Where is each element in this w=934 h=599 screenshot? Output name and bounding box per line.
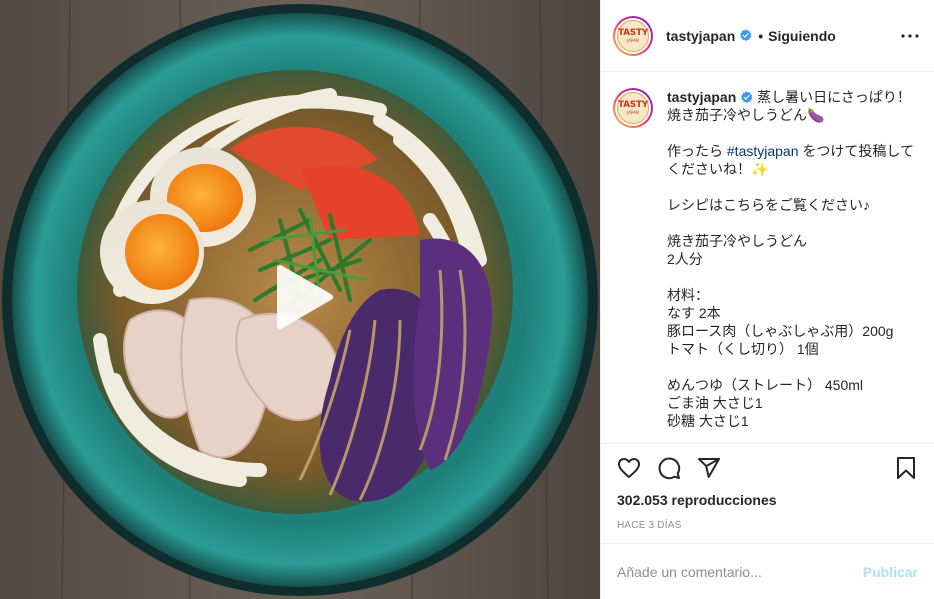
add-comment-bar: Publicar [601, 543, 934, 599]
caption-body-2: をつけて投稿してくださいね！✨ レシピはこちらをご覧ください♪ 焼き茄子冷やしう… [667, 143, 914, 429]
caption-avatar[interactable]: TASTY JAPAN [613, 88, 653, 128]
heart-icon[interactable] [617, 456, 641, 480]
more-icon[interactable] [898, 24, 922, 48]
bookmark-icon[interactable] [894, 456, 918, 480]
caption-username[interactable]: tastyjapan [667, 89, 736, 105]
separator-dot: • [758, 27, 764, 44]
username-link[interactable]: tastyjapan [666, 28, 735, 44]
caption-text: tastyjapan 蒸し暑い日にさっぱり！ 焼き茄子冷やしうどん🍆 作ったら … [667, 88, 918, 443]
play-icon[interactable] [268, 262, 338, 332]
post-actions: 302.053 reproducciones HACE 3 DÍAS [601, 443, 934, 543]
post-media[interactable] [0, 0, 600, 599]
tasty-logo: TASTY JAPAN [617, 19, 649, 52]
verified-badge-icon [740, 29, 752, 42]
more-options-button[interactable] [898, 24, 922, 48]
publish-button[interactable]: Publicar [863, 564, 918, 580]
play-button[interactable] [268, 262, 338, 332]
caption-tasty-logo: TASTY JAPAN [617, 92, 649, 124]
caption-logo-subtext: JAPAN [627, 110, 639, 115]
post-side-panel: TASTY JAPAN tastyjapan • Siguiendo TASTY… [600, 0, 934, 599]
share-icon[interactable] [697, 456, 721, 480]
caption-area: TASTY JAPAN tastyjapan 蒸し暑い日にさっぱり！ 焼き茄子冷… [601, 72, 934, 443]
avatar-ring: TASTY JAPAN [615, 17, 651, 54]
hashtag-link[interactable]: #tastyjapan [727, 143, 799, 159]
views-count[interactable]: 302.053 reproducciones [617, 492, 918, 508]
logo-text: TASTY [617, 27, 649, 38]
action-icons [617, 444, 918, 492]
comment-input[interactable] [617, 563, 863, 580]
caption-verified-badge-icon [741, 91, 753, 104]
post-dialog: TASTY JAPAN tastyjapan • Siguiendo TASTY… [0, 0, 934, 599]
post-date[interactable]: HACE 3 DÍAS [617, 520, 918, 543]
following-button[interactable]: Siguiendo [768, 28, 836, 44]
logo-subtext: JAPAN [627, 37, 639, 43]
post-header: TASTY JAPAN tastyjapan • Siguiendo [601, 0, 934, 72]
comment-icon[interactable] [657, 456, 681, 480]
caption-avatar-ring: TASTY JAPAN [615, 90, 651, 126]
avatar[interactable]: TASTY JAPAN [613, 15, 653, 56]
caption-logo-text: TASTY [617, 100, 649, 110]
